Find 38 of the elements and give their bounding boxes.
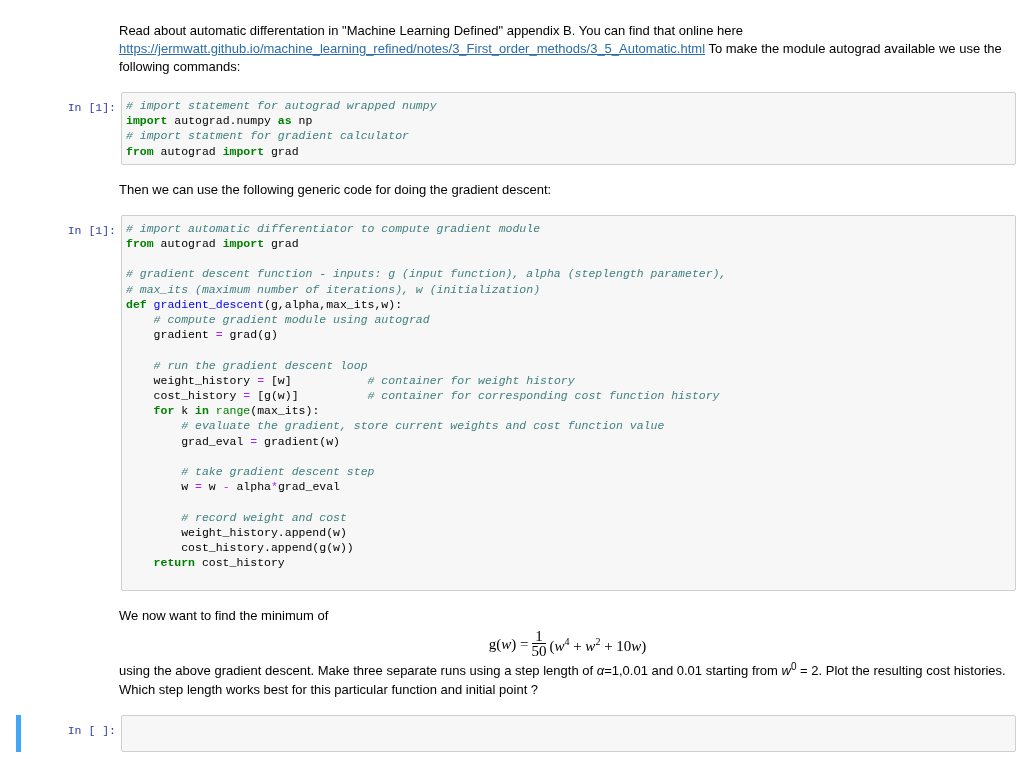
code-line: grad_eval = gradient(w) [180, 433, 340, 449]
paragraph-text: using the above gradient descent. Make three separate runs using a step length of α=1,0.01 and 0.01 starting from w$^{0}$ = 2. Plot the resulting cost histories. Which step length works best for this particular function and initial point ? [119, 660, 1007, 699]
formula-numerator: 1 [532, 629, 546, 645]
code-cell[interactable]: # import statement for autograd wrapped numpy import autograd.numpy as np # import statment for gradient calculator from autograd import grad [121, 92, 1016, 165]
code-line: # take gradient descent step [180, 464, 375, 480]
documentation-link[interactable]: https://jermwatt.github.io/machine_learning_refined/notes/3_First_order_methods/3_5_Automatic.html [119, 41, 706, 56]
code-line: # max_its (maximum number of iterations), w (initialization) [126, 281, 541, 297]
input-prompt: In [1]: [66, 222, 116, 238]
code-line: from autograd import grad [126, 143, 299, 159]
code-line: # compute gradient module using autograd [152, 312, 430, 328]
code-line: for k in range(max_its): [152, 403, 320, 419]
code-line: weight_history = [w] # container for weight history [152, 372, 575, 388]
input-prompt: In [ ]: [66, 722, 116, 738]
formula-text: g(w) = [488, 634, 529, 653]
code-line: def gradient_descent(g,alpha,max_its,w): [126, 296, 403, 312]
code-line: gradient = grad(g) [152, 327, 278, 343]
paragraph-text: We now want to find the minimum of [119, 607, 330, 626]
code-line: # import statment for gradient calculator [126, 128, 409, 144]
code-line: # import automatic differentiator to compute gradient module [126, 220, 541, 236]
code-line: # evaluate the gradient, store current weights and cost function value [180, 418, 665, 434]
code-line: # run the gradient descent loop [152, 357, 368, 373]
code-line: # gradient descent function - inputs: g (input function), alpha (steplength parameter), [126, 266, 727, 282]
code-line: return cost_history [152, 555, 285, 571]
code-line: cost_history.append(g(w)) [180, 540, 354, 556]
code-input-field[interactable] [121, 714, 1016, 752]
paragraph-text: Then we can use the following generic code for doing the gradient descent: [119, 180, 553, 199]
code-line: from autograd import grad [126, 236, 299, 252]
code-line: cost_history = [g(w)] # container for corresponding cost function history [152, 388, 720, 404]
paragraph-text: Read about automatic differentation in "Machine Learning Defined" appendix B. You can find that online here https://jermwatt.github.io/machine_learning_refined/notes/3_First_order_methods/3_5_Automatic.html To make the module autograd available we use the following commands: [119, 22, 1003, 76]
code-line: weight_history.append(w) [180, 524, 347, 540]
code-cell[interactable] [121, 214, 1016, 592]
input-prompt: In [1]: [66, 100, 116, 115]
code-line: # import statement for autograd wrapped numpy [126, 98, 437, 114]
code-line: w = w - alpha*grad_eval [180, 479, 340, 495]
formula-text: (w$^{4}$ + w$^{2}$ + 10w) [549, 634, 647, 655]
code-line: # record weight and cost [180, 509, 347, 525]
code-line: import autograd.numpy as np [126, 113, 313, 129]
formula-denominator: 50 [531, 644, 547, 659]
